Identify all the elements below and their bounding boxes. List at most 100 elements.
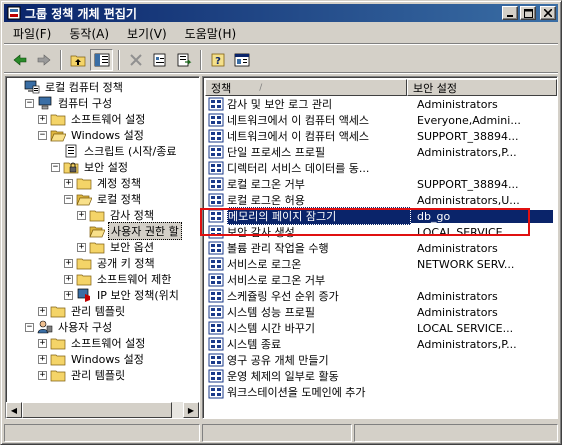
toolbar-separator (200, 49, 202, 70)
collapse-icon[interactable]: − (64, 194, 73, 204)
up-folder-icon[interactable] (66, 49, 89, 71)
expand-icon[interactable]: + (77, 210, 86, 220)
policy-row[interactable]: 볼륨 관리 작업을 수행 Administrators (205, 240, 557, 256)
tree-item[interactable]: + 계정 정책 (64, 175, 143, 191)
tree-item[interactable]: − 사용자 구성 (25, 319, 114, 335)
folder-icon (76, 176, 92, 190)
folder-icon (50, 352, 66, 366)
tree-item[interactable]: + 감사 정책 (77, 207, 156, 223)
policy-name: 네트워크에서 이 컴퓨터 액세스 (227, 114, 370, 127)
tree-item[interactable]: 로컬 컴퓨터 정책 (12, 79, 125, 95)
policy-icon (208, 145, 224, 159)
scroll-thumb[interactable] (22, 402, 172, 418)
policy-row[interactable]: 로컬 로그온 허용 Administrators,U... (205, 192, 557, 208)
expand-icon[interactable]: + (38, 114, 47, 124)
column-header-setting[interactable]: 보안 설정 (407, 79, 557, 96)
expand-icon[interactable]: + (38, 354, 47, 364)
help-icon[interactable]: ? (206, 49, 229, 71)
tree-item[interactable]: − 보안 설정 (51, 159, 130, 175)
collapse-icon[interactable]: − (51, 162, 60, 172)
policy-row[interactable]: 로컬 로그온 거부 SUPPORT_38894... (205, 176, 557, 192)
policy-row[interactable]: 시스템 종료 Administrators,P... (205, 336, 557, 352)
expand-icon[interactable]: + (64, 258, 73, 268)
tree-item[interactable]: + Windows 설정 (38, 351, 146, 367)
folder-icon (50, 336, 66, 350)
tree-item[interactable]: 사용자 권한 할 (77, 222, 182, 240)
collapse-icon[interactable]: − (25, 98, 34, 108)
collapse-icon[interactable]: − (38, 130, 47, 140)
tree-item[interactable]: + 관리 템플릿 (38, 303, 127, 319)
expand-icon[interactable]: + (38, 338, 47, 348)
policy-row[interactable]: 보안 감사 생성 LOCAL SERVICE... (205, 224, 557, 240)
policy-row[interactable]: 운영 체제의 일부로 활동 (205, 368, 557, 384)
maximize-button[interactable] (520, 6, 536, 20)
policy-row[interactable]: 메모리의 페이지 잠그기 db_go (205, 207, 557, 225)
tree-item[interactable]: + 소프트웨어 설정 (38, 111, 147, 127)
policy-row[interactable]: 디렉터리 서비스 데이터를 동... (205, 160, 557, 176)
security-setting-value: LOCAL SERVICE... (417, 321, 514, 335)
collapse-icon[interactable]: − (25, 322, 34, 332)
tree-item[interactable]: + IP 보안 정책(위치 (64, 287, 181, 303)
policy-icon (208, 289, 224, 303)
policy-row[interactable]: 영구 공유 개체 만들기 (205, 352, 557, 368)
expand-icon[interactable]: + (38, 306, 47, 316)
policy-row[interactable]: 시스템 시간 바꾸기 LOCAL SERVICE... (205, 320, 557, 336)
scroll-left-button[interactable]: ◀ (6, 402, 22, 418)
folder-icon (89, 208, 105, 222)
menu-action[interactable]: 동작(A) (60, 25, 118, 42)
policy-row[interactable]: 스케쥴링 우선 순위 증가 Administrators (205, 288, 557, 304)
expand-icon[interactable]: + (64, 290, 73, 300)
security-setting-value: Administrators,P... (417, 145, 517, 159)
tree-item[interactable]: − 로컬 정책 (64, 191, 143, 207)
policy-row[interactable]: 시스템 성능 프로필 Administrators (205, 304, 557, 320)
delete-icon[interactable] (124, 49, 147, 71)
policy-name: 서비스로 로그온 거부 (227, 274, 326, 287)
policy-row[interactable]: 단일 프로세스 프로필 Administrators,P... (205, 144, 557, 160)
policy-row[interactable]: 네트워크에서 이 컴퓨터 액세스 SUPPORT_38894... (205, 128, 557, 144)
tree-item[interactable]: + 공개 키 정책 (64, 255, 157, 271)
policy-icon (208, 273, 224, 287)
back-arrow-icon[interactable] (8, 49, 31, 71)
title-bar[interactable]: 그룹 정책 개체 편집기 (4, 4, 558, 22)
security-setting-value: Administrators (417, 241, 498, 255)
policy-row[interactable]: 감사 및 보안 로그 관리 Administrators (205, 96, 557, 112)
policy-list: 감사 및 보안 로그 관리 Administrators 네트워크에서 이 컴퓨터 … (205, 96, 557, 418)
policy-row[interactable]: 네트워크에서 이 컴퓨터 액세스 Everyone,Admini... (205, 112, 557, 128)
policy-row[interactable]: 서비스로 로그온 거부 (205, 272, 557, 288)
tree-item[interactable]: + 소프트웨어 설정 (38, 335, 147, 351)
minimize-button[interactable] (502, 6, 518, 20)
tree-item[interactable]: + 보안 옵션 (77, 239, 156, 255)
properties-icon[interactable] (148, 49, 171, 71)
menu-view[interactable]: 보기(V) (118, 25, 176, 42)
menu-file[interactable]: 파일(F) (4, 25, 60, 42)
policy-icon (208, 193, 224, 207)
expand-icon[interactable]: + (64, 274, 73, 284)
console-icon[interactable] (230, 49, 253, 71)
list-header: 정책 / 보안 설정 (205, 79, 557, 96)
policy-row[interactable]: 서비스로 로그온 NETWORK SERV... (205, 256, 557, 272)
tree-item[interactable]: + 관리 템플릿 (38, 367, 127, 383)
policy-row[interactable]: 워크스테이션을 도메인에 추가 (205, 384, 557, 400)
expand-icon[interactable]: + (64, 178, 73, 188)
export-list-icon[interactable] (172, 49, 195, 71)
column-header-policy[interactable]: 정책 / (205, 79, 407, 96)
policy-name: 영구 공유 개체 만들기 (227, 354, 329, 367)
tree-horizontal-scrollbar[interactable]: ◀ ▶ (6, 402, 199, 418)
expand-icon[interactable]: + (77, 242, 86, 252)
forward-arrow-icon[interactable] (32, 49, 55, 71)
policy-icon (208, 257, 224, 271)
console-tree[interactable]: 로컬 컴퓨터 정책 − 컴퓨터 구성 + 소프트웨어 설정 − Windows 설정 스크립트… (5, 76, 200, 419)
tree-item[interactable]: − 컴퓨터 구성 (25, 95, 114, 111)
close-button[interactable] (540, 6, 556, 20)
tree-item[interactable]: 스크립트 (시작/종료 (51, 143, 178, 159)
tree-item[interactable]: − Windows 설정 (38, 127, 146, 143)
status-cell-right (354, 424, 558, 442)
scroll-right-button[interactable]: ▶ (183, 402, 199, 418)
expand-icon[interactable]: + (38, 370, 47, 380)
tree-item-label: 소프트웨어 제한 (97, 273, 172, 286)
show-tree-icon[interactable] (90, 48, 113, 71)
tree-item[interactable]: + 소프트웨어 제한 (64, 271, 173, 287)
menu-help[interactable]: 도움말(H) (176, 25, 246, 42)
details-pane[interactable]: 정책 / 보안 설정 감사 및 보안 로그 관리 Administrators 네트… (202, 76, 558, 419)
